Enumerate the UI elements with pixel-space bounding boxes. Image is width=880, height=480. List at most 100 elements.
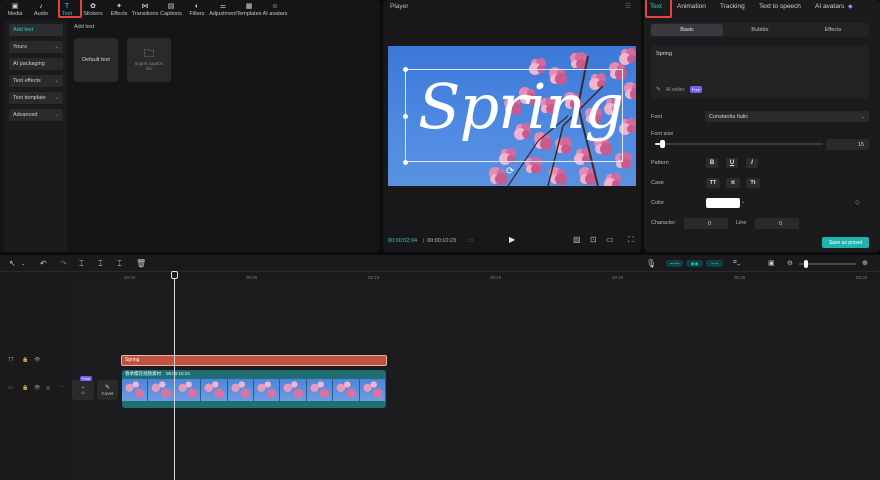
cover-button[interactable]: ✎ Cover <box>97 380 118 400</box>
adjustment-icon: ⚌ <box>219 3 227 10</box>
color-dropdown-icon[interactable]: ⌄ <box>741 199 745 205</box>
sidebar-item-add-text[interactable]: Add text <box>9 24 63 36</box>
font-select[interactable]: Constantia Italic ⌄ <box>705 111 869 122</box>
lock-icon[interactable]: 🔒 <box>22 385 28 391</box>
line-input[interactable]: 0 <box>755 218 799 229</box>
playhead-handle[interactable] <box>171 271 178 279</box>
play-icon[interactable]: ▶ <box>509 235 515 244</box>
rotate-icon[interactable]: ⟳ <box>506 167 514 177</box>
tool-templates[interactable]: ▦ Templates <box>236 0 262 17</box>
character-input[interactable]: 0 <box>684 218 728 229</box>
screenshot-icon[interactable]: ▨ <box>573 235 581 244</box>
selection-handle[interactable] <box>403 114 408 119</box>
font-size-slider-knob[interactable] <box>659 140 665 148</box>
ai-writer-label[interactable]: AI writer <box>666 87 684 93</box>
tab-text-to-speech[interactable]: Text to speech <box>759 3 801 10</box>
keyframe-diamond-icon[interactable]: ◇ <box>855 199 860 206</box>
ai-writer-badge: Free <box>690 86 703 93</box>
italic-button[interactable]: I <box>746 158 758 168</box>
select-dropdown-icon[interactable]: ⌄ <box>21 261 25 267</box>
preview-axis-icon[interactable]: ⌗⌄ <box>733 259 740 267</box>
text-section-title: Add text <box>74 24 95 30</box>
tool-audio[interactable]: ♪ Audio <box>28 0 54 17</box>
tool-stickers[interactable]: ✿ Stickers <box>80 0 106 17</box>
timecode-icon[interactable]: ▭ <box>467 236 474 244</box>
underline-button[interactable]: U <box>726 158 738 168</box>
audio-toggle-icon[interactable]: ◎ <box>46 385 50 391</box>
ai-thumbnail-button[interactable]: ✦ AI <box>72 380 94 400</box>
uppercase-button[interactable]: TT <box>706 178 720 188</box>
subtab-effects[interactable]: Effects <box>797 24 869 36</box>
blossom-petal <box>555 173 567 185</box>
color-swatch[interactable] <box>706 198 740 208</box>
zoom-in-icon[interactable]: ⊕ <box>862 259 868 267</box>
tab-ai-avatars[interactable]: AI avatars <box>815 3 844 10</box>
sidebar-item-label: Add text <box>13 27 34 33</box>
selection-handle[interactable] <box>403 67 408 72</box>
video-clip[interactable]: 春季樱花视频素材 00:00:10:23 <box>122 370 386 408</box>
more-icon[interactable]: ⋯ <box>59 384 64 390</box>
tab-tracking[interactable]: Tracking <box>720 3 745 10</box>
zoom-slider-knob[interactable] <box>804 260 808 268</box>
video-thumbnail-frame <box>280 379 307 401</box>
default-text-card[interactable]: Default text <box>74 38 118 82</box>
split-icon[interactable]: ⌶ <box>79 259 84 269</box>
ai-writer-icon[interactable]: ✎ <box>656 86 661 93</box>
preview-spring-text[interactable]: Spring <box>418 70 624 143</box>
tool-label: Effects <box>110 11 128 17</box>
save-as-preset-button[interactable]: Save as preset <box>822 237 869 248</box>
mic-icon[interactable]: 🎙 <box>646 259 656 268</box>
free-badge: Free <box>80 376 93 381</box>
redo-icon[interactable]: ↷ <box>60 259 67 268</box>
titlecase-button[interactable]: Tt <box>746 178 760 188</box>
tab-animation[interactable]: Animation <box>677 3 706 10</box>
tool-transitions[interactable]: ⋈ Transitions <box>132 0 159 17</box>
split-left-icon[interactable]: ⌶ <box>98 259 103 269</box>
sidebar-item-yours[interactable]: Yours ⌄ <box>9 41 63 53</box>
fit-icon[interactable]: ⊡ <box>590 235 597 244</box>
selection-handle[interactable] <box>403 160 408 165</box>
delete-icon[interactable]: 🗑 <box>136 259 146 268</box>
tool-adjustment[interactable]: ⚌ Adjustment <box>209 0 237 17</box>
zoom-slider[interactable] <box>799 260 856 268</box>
zoom-out-icon[interactable]: ⊖ <box>787 259 793 267</box>
bold-button[interactable]: B <box>706 158 718 168</box>
tool-effects[interactable]: ✦ Effects <box>106 0 132 17</box>
blossom-petal <box>531 164 541 174</box>
ratio-icon[interactable]: ▭ <box>606 235 614 244</box>
font-size-slider[interactable] <box>655 140 823 148</box>
eye-icon[interactable]: 👁 <box>34 357 40 363</box>
sidebar-item-text-template[interactable]: Text template ⌄ <box>9 92 63 104</box>
blossom-petal <box>627 55 635 63</box>
caption-icon[interactable]: ▣ <box>768 259 775 267</box>
video-preview[interactable]: Spring ⟳ <box>388 46 636 186</box>
import-caption-card[interactable]: 🗀 Import caption file <box>127 38 171 82</box>
lock-icon[interactable]: 🔒 <box>22 357 28 363</box>
sidebar-item-text-effects[interactable]: Text effects ⌄ <box>9 75 63 87</box>
tool-ai-avatars[interactable]: ☺ AI avatars <box>262 0 288 17</box>
fullscreen-icon[interactable]: ⛶ <box>628 235 634 245</box>
subtab-bubble[interactable]: Bubble <box>724 24 796 36</box>
player-menu-icon[interactable]: ☰ <box>625 2 631 10</box>
playhead-line[interactable] <box>174 274 175 480</box>
select-tool-icon[interactable]: ↖ <box>9 259 16 268</box>
sidebar-item-ai-packaging[interactable]: AI packaging <box>9 58 63 70</box>
split-right-icon[interactable]: ⌶ <box>117 259 122 269</box>
main-track-magnet-icon[interactable]: ⊷⊶ <box>666 260 683 267</box>
linkage-icon[interactable]: ⊸⊸ <box>706 260 723 267</box>
current-time: 00:00:02:04 <box>388 238 418 244</box>
tool-captions[interactable]: ▤ Captions <box>158 0 184 17</box>
tool-label: Stickers <box>83 11 103 17</box>
subtab-basic[interactable]: Basic <box>651 24 723 36</box>
text-clip[interactable]: Spring <box>121 355 387 366</box>
undo-icon[interactable]: ↶ <box>40 259 47 268</box>
tool-media[interactable]: ▣ Media <box>2 0 28 17</box>
lowercase-button[interactable]: tt <box>726 178 740 188</box>
eye-icon[interactable]: 👁 <box>34 385 40 391</box>
tool-filters[interactable]: ◐ Filters <box>184 0 210 17</box>
sidebar-item-advanced[interactable]: Advanced ⌄ <box>9 109 63 121</box>
stickers-icon: ✿ <box>90 3 96 10</box>
auto-snap-icon[interactable]: ◉◉ <box>686 260 703 267</box>
templates-icon: ▦ <box>245 3 253 10</box>
font-size-input[interactable]: 15 <box>826 139 869 150</box>
